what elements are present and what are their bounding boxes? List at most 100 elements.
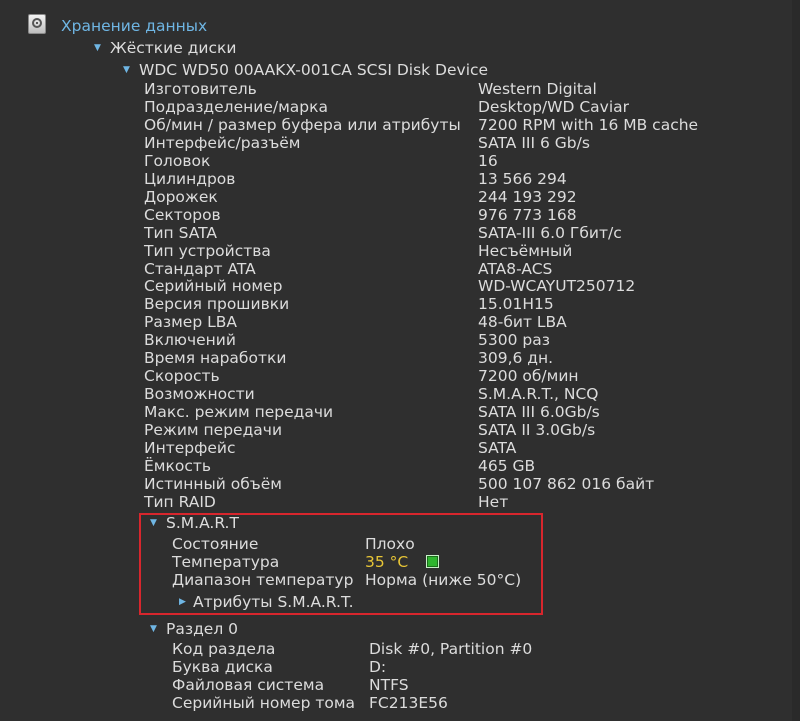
property-key: Состояние: [172, 535, 259, 553]
tree-node-partition-0[interactable]: ▼ Раздел 0: [0, 620, 400, 638]
property-row: Секторов 976 773 168: [0, 206, 720, 224]
property-key: Подразделение/марка: [144, 98, 328, 116]
temperature-value: 35 °C: [365, 553, 409, 571]
property-row: Изготовитель Western Digital: [0, 80, 720, 98]
property-row: Дорожек 244 193 292: [0, 188, 720, 206]
property-key: Интерфейс: [144, 439, 236, 457]
property-key: Размер LBA: [144, 313, 237, 331]
property-row: Тип устройства Несъёмный: [0, 242, 720, 260]
property-key: Возможности: [144, 385, 255, 403]
property-value: 13 566 294: [478, 170, 567, 188]
property-row: Возможности S.M.A.R.T., NCQ: [0, 385, 720, 403]
property-value: 976 773 168: [478, 206, 577, 224]
property-row: Размер LBA 48-бит LBA: [0, 313, 720, 331]
property-key: Буква диска: [172, 658, 273, 676]
speccy-storage-panel: Хранение данных ▼ Жёсткие диски ▼ WDC WD…: [0, 0, 800, 721]
property-key: Тип RAID: [144, 493, 216, 511]
tree-node-device[interactable]: ▼ WDC WD50 00AAKX-001CA SCSI Disk Device: [0, 61, 560, 79]
property-row: Интерфейс SATA: [0, 439, 720, 457]
property-value: 15.01H15: [478, 295, 554, 313]
tree-node-label: Жёсткие диски: [110, 39, 237, 57]
smart-label: S.M.A.R.T: [166, 514, 239, 532]
property-value: Несъёмный: [478, 242, 573, 260]
property-value: 465 GB: [478, 457, 536, 475]
property-key: Цилиндров: [144, 170, 236, 188]
property-key: Температура: [172, 553, 280, 571]
property-key: Файловая система: [172, 676, 325, 694]
triangle-down-icon[interactable]: ▼: [150, 514, 157, 532]
partition-row: Файловая система NTFS: [0, 676, 560, 694]
property-key: Включений: [144, 331, 236, 349]
property-value: 5300 раз: [478, 331, 550, 349]
property-row: Тип SATA SATA-III 6.0 Гбит/с: [0, 224, 720, 242]
property-row: Стандарт ATA ATA8-ACS: [0, 260, 720, 278]
partition-row: Буква диска D:: [0, 658, 560, 676]
tree-node-hard-disks[interactable]: ▼ Жёсткие диски: [0, 39, 400, 57]
device-name: WDC WD50 00AAKX-001CA SCSI Disk Device: [139, 61, 489, 79]
property-value: Desktop/WD Caviar: [478, 98, 630, 116]
temperature-indicator-icon: [426, 555, 439, 568]
property-value: 48-бит LBA: [478, 313, 567, 331]
smart-temp-range-row: Диапазон температур Норма (ниже 50°C): [0, 571, 540, 589]
property-row: Об/мин / размер буфера или атрибуты 7200 …: [0, 116, 720, 134]
property-row: Время наработки 309,6 дн.: [0, 349, 720, 367]
smart-status-value: Плохо: [365, 535, 415, 553]
property-value: SATA III 6.0Gb/s: [478, 403, 600, 421]
tree-node-smart[interactable]: ▼ S.M.A.R.T: [0, 514, 400, 532]
property-key: Истинный объём: [144, 475, 282, 493]
property-row: Ёмкость 465 GB: [0, 457, 720, 475]
tree-node-storage[interactable]: Хранение данных: [61, 17, 207, 35]
property-row: Макс. режим передачи SATA III 6.0Gb/s: [0, 403, 720, 421]
triangle-down-icon[interactable]: ▼: [123, 61, 130, 79]
property-key: Ёмкость: [144, 457, 212, 475]
property-value: NTFS: [369, 676, 409, 694]
property-key: Диапазон температур: [172, 571, 354, 589]
scrollbar-track[interactable]: [792, 0, 800, 721]
triangle-down-icon[interactable]: ▼: [150, 620, 157, 638]
property-value: D:: [369, 658, 387, 676]
property-row: Подразделение/марка Desktop/WD Caviar: [0, 98, 720, 116]
property-row: Цилиндров 13 566 294: [0, 170, 720, 188]
hard-drive-icon: [28, 14, 46, 34]
property-value: 7200 RPM with 16 MB cache: [478, 116, 699, 134]
property-value: SATA III 6 Gb/s: [478, 134, 590, 152]
property-value: Disk #0, Partition #0: [369, 640, 533, 658]
temp-range-value: Норма (ниже 50°C): [365, 571, 522, 589]
property-value: WD-WCAYUT250712: [478, 277, 636, 295]
property-value: 7200 об/мин: [478, 367, 579, 385]
property-key: Тип SATA: [144, 224, 217, 242]
property-key: Версия прошивки: [144, 295, 290, 313]
triangle-down-icon[interactable]: ▼: [94, 39, 101, 57]
property-key: Об/мин / размер буфера или атрибуты: [144, 116, 461, 134]
property-row: Версия прошивки 15.01H15: [0, 295, 720, 313]
property-key: Секторов: [144, 206, 221, 224]
property-value: FC213E56: [369, 694, 448, 712]
smart-status-row: Состояние Плохо: [0, 535, 540, 553]
tree-node-smart-attributes[interactable]: ▶ Атрибуты S.M.A.R.T.: [0, 593, 400, 611]
property-value: Western Digital: [478, 80, 597, 98]
property-key: Тип устройства: [144, 242, 271, 260]
property-row: Включений 5300 раз: [0, 331, 720, 349]
property-value: S.M.A.R.T., NCQ: [478, 385, 599, 403]
property-key: Интерфейс/разъём: [144, 134, 301, 152]
property-value: ATA8-ACS: [478, 260, 553, 278]
property-row: Интерфейс/разъём SATA III 6 Gb/s: [0, 134, 720, 152]
property-key: Серийный номер: [144, 277, 283, 295]
triangle-right-icon[interactable]: ▶: [179, 593, 186, 611]
property-value: SATA: [478, 439, 517, 457]
property-value: 309,6 дн.: [478, 349, 554, 367]
property-value: 244 193 292: [478, 188, 577, 206]
property-key: Головок: [144, 152, 211, 170]
property-row: Серийный номер WD-WCAYUT250712: [0, 277, 720, 295]
property-key: Режим передачи: [144, 421, 283, 439]
property-key: Серийный номер тома: [172, 694, 356, 712]
partition-row: Серийный номер тома FC213E56: [0, 694, 560, 712]
property-value: SATA II 3.0Gb/s: [478, 421, 596, 439]
property-row: Истинный объём 500 107 862 016 байт: [0, 475, 720, 493]
smart-attributes-label: Атрибуты S.M.A.R.T.: [193, 593, 354, 611]
property-value: 500 107 862 016 байт: [478, 475, 655, 493]
partition-label: Раздел 0: [166, 620, 239, 638]
smart-temperature-row: Температура 35 °C: [0, 553, 540, 571]
property-row: Скорость 7200 об/мин: [0, 367, 720, 385]
property-value: SATA-III 6.0 Гбит/с: [478, 224, 622, 242]
